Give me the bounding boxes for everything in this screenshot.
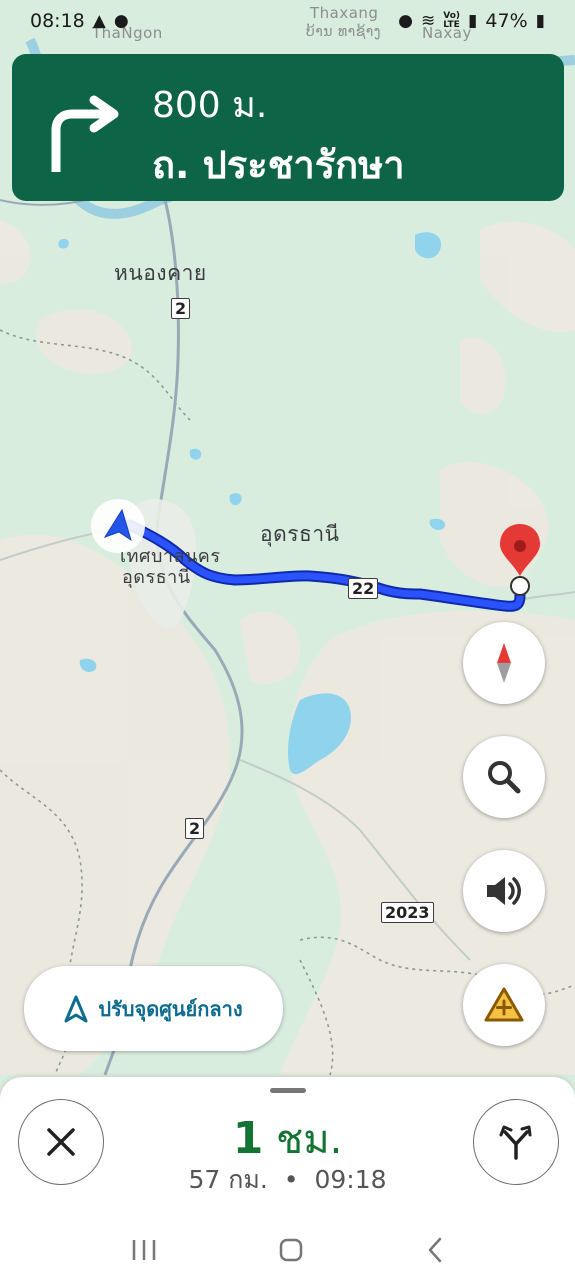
navigation-arrow-icon (64, 995, 88, 1022)
turn-right-icon (51, 95, 119, 172)
map-label-nong-khai: หนองคาย (114, 261, 207, 285)
eta-arrival-time: 09:18 (314, 1165, 387, 1194)
lte-indicator: Vo) LTE (443, 11, 461, 30)
eta-distance: 57 กม. (188, 1165, 268, 1194)
destination-point (510, 576, 530, 596)
route-shield-2023: 2023 (381, 902, 434, 923)
route-shield-2-bottom: 2 (185, 818, 205, 839)
home-button[interactable] (278, 1237, 304, 1270)
instruction-street-name: ถ. ประชารักษา (152, 143, 405, 187)
map-label-udon-province: อุดรธานี (260, 522, 340, 546)
navigation-instruction-banner[interactable]: 800 ม. ถ. ประชารักษา (12, 54, 564, 201)
add-report-button[interactable] (463, 964, 545, 1046)
recenter-label: ปรับจุดศูนย์กลาง (98, 996, 243, 1021)
navigation-status-icon: ▲ (92, 11, 106, 31)
search-button[interactable] (463, 736, 545, 818)
sound-button[interactable] (463, 850, 545, 932)
status-time: 08:18 (30, 10, 85, 32)
eta-separator: • (283, 1165, 299, 1194)
back-icon (428, 1237, 441, 1263)
compass-button[interactable] (463, 622, 545, 704)
alternate-routes-button[interactable] (473, 1099, 559, 1185)
home-icon (279, 1238, 302, 1262)
add-report-icon (484, 987, 524, 1022)
search-icon (488, 761, 521, 794)
location-icon: ● (398, 11, 414, 31)
eta-duration-unit: ชม. (276, 1117, 343, 1163)
instruction-distance: 800 ม. (152, 85, 268, 126)
recent-apps-icon (132, 1240, 155, 1260)
route-shield-22: 22 (348, 578, 379, 599)
recenter-button[interactable]: ปรับจุดศูนย์กลาง (24, 966, 283, 1051)
map-label-udon-city-line2: อุดรธานี (122, 567, 191, 588)
battery-percent: 47% (485, 10, 528, 32)
eta-duration-value: 1 (232, 1113, 264, 1164)
signal-bars-icon: ▮ (468, 11, 478, 31)
battery-icon: ▮ (535, 11, 545, 31)
sheet-drag-handle[interactable] (270, 1088, 306, 1093)
chat-bubble-icon: ● (113, 11, 129, 31)
system-navigation-bar (0, 1227, 575, 1280)
trip-summary-sheet[interactable]: 1 ชม. 57 กม. • 09:18 (0, 1077, 575, 1280)
recent-apps-button[interactable] (131, 1238, 157, 1269)
wifi-icon: ≋ (421, 11, 436, 31)
status-bar: 08:18 ▲ ● ● ≋ Vo) LTE ▮ 47% ▮ (0, 0, 575, 42)
compass-icon (497, 643, 511, 683)
back-button[interactable] (425, 1236, 445, 1271)
route-options-icon (499, 1125, 532, 1160)
route-shield-2-top: 2 (171, 298, 191, 319)
volume-icon (487, 877, 521, 905)
